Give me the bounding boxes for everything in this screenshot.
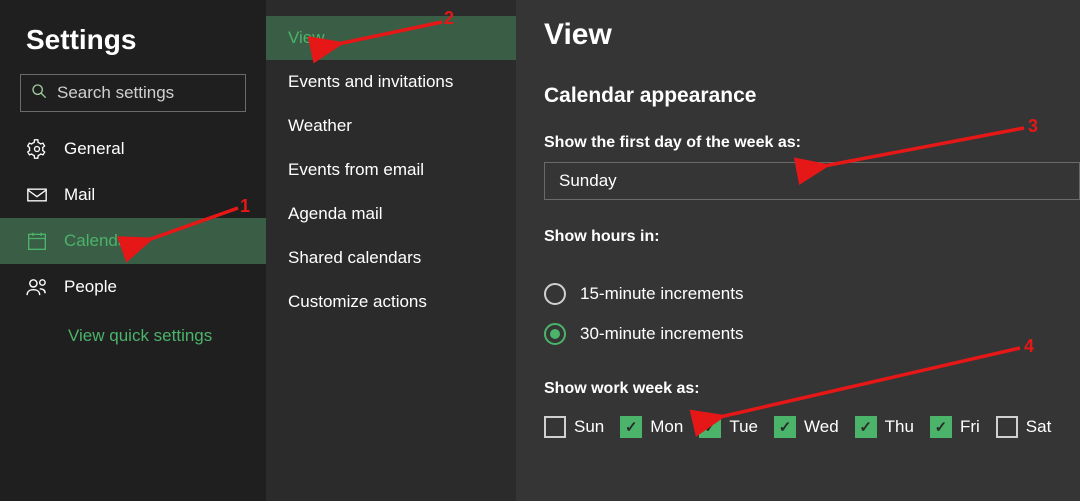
day-label: Tue: [729, 417, 758, 437]
submenu-customize-actions[interactable]: Customize actions: [266, 280, 516, 324]
day-label: Fri: [960, 417, 980, 437]
nav-label: General: [64, 139, 124, 159]
settings-submenu: View Events and invitations Weather Even…: [266, 0, 516, 501]
day-sun[interactable]: Sun: [544, 416, 604, 438]
panel-title: View: [544, 18, 1080, 52]
hours-option-15[interactable]: 15-minute increments: [544, 274, 1080, 314]
settings-panel: View Calendar appearance Show the first …: [516, 0, 1080, 501]
checkbox-icon: [996, 416, 1018, 438]
day-fri[interactable]: ✓ Fri: [930, 416, 980, 438]
checkbox-icon: ✓: [774, 416, 796, 438]
nav-general[interactable]: General: [0, 126, 266, 172]
submenu-shared-calendars[interactable]: Shared calendars: [266, 236, 516, 280]
submenu-events-invitations[interactable]: Events and invitations: [266, 60, 516, 104]
day-mon[interactable]: ✓ Mon: [620, 416, 683, 438]
day-tue[interactable]: ✓ Tue: [699, 416, 758, 438]
submenu-weather[interactable]: Weather: [266, 104, 516, 148]
first-day-select[interactable]: Sunday: [544, 162, 1080, 200]
day-label: Wed: [804, 417, 839, 437]
day-thu[interactable]: ✓ Thu: [855, 416, 914, 438]
search-input[interactable]: Search settings: [20, 74, 246, 112]
first-day-label: Show the first day of the week as:: [544, 134, 1080, 152]
submenu-agenda-mail[interactable]: Agenda mail: [266, 192, 516, 236]
nav-calendar[interactable]: Calendar: [0, 218, 266, 264]
day-label: Sun: [574, 417, 604, 437]
checkbox-icon: ✓: [699, 416, 721, 438]
radio-icon: [544, 283, 566, 305]
mail-icon: [26, 188, 48, 202]
day-label: Thu: [885, 417, 914, 437]
nav-people[interactable]: People: [0, 264, 266, 310]
hours-option-label: 15-minute increments: [580, 284, 743, 304]
view-quick-settings-link[interactable]: View quick settings: [0, 310, 266, 346]
work-week-days: Sun ✓ Mon ✓ Tue ✓ Wed ✓ Thu ✓ Fri: [544, 416, 1080, 438]
radio-icon: [544, 323, 566, 345]
nav-label: Calendar: [64, 231, 133, 251]
day-label: Sat: [1026, 417, 1052, 437]
work-week-label: Show work week as:: [544, 380, 1080, 398]
day-wed[interactable]: ✓ Wed: [774, 416, 839, 438]
day-label: Mon: [650, 417, 683, 437]
checkbox-icon: ✓: [620, 416, 642, 438]
checkbox-icon: ✓: [855, 416, 877, 438]
nav-mail[interactable]: Mail: [0, 172, 266, 218]
checkbox-icon: ✓: [930, 416, 952, 438]
calendar-icon: [26, 231, 48, 251]
hours-label: Show hours in:: [544, 228, 1080, 246]
settings-title: Settings: [26, 24, 266, 56]
checkbox-icon: [544, 416, 566, 438]
hours-option-label: 30-minute increments: [580, 324, 743, 344]
section-title: Calendar appearance: [544, 84, 1080, 108]
nav-label: Mail: [64, 185, 95, 205]
search-placeholder: Search settings: [57, 83, 174, 103]
submenu-events-from-email[interactable]: Events from email: [266, 148, 516, 192]
gear-icon: [26, 139, 48, 159]
search-icon: [31, 83, 47, 104]
hours-option-30[interactable]: 30-minute increments: [544, 314, 1080, 354]
people-icon: [26, 278, 48, 296]
submenu-view[interactable]: View: [266, 16, 516, 60]
day-sat[interactable]: Sat: [996, 416, 1052, 438]
nav-label: People: [64, 277, 117, 297]
first-day-value: Sunday: [559, 171, 617, 191]
settings-sidebar: Settings Search settings General Mail: [0, 0, 266, 501]
